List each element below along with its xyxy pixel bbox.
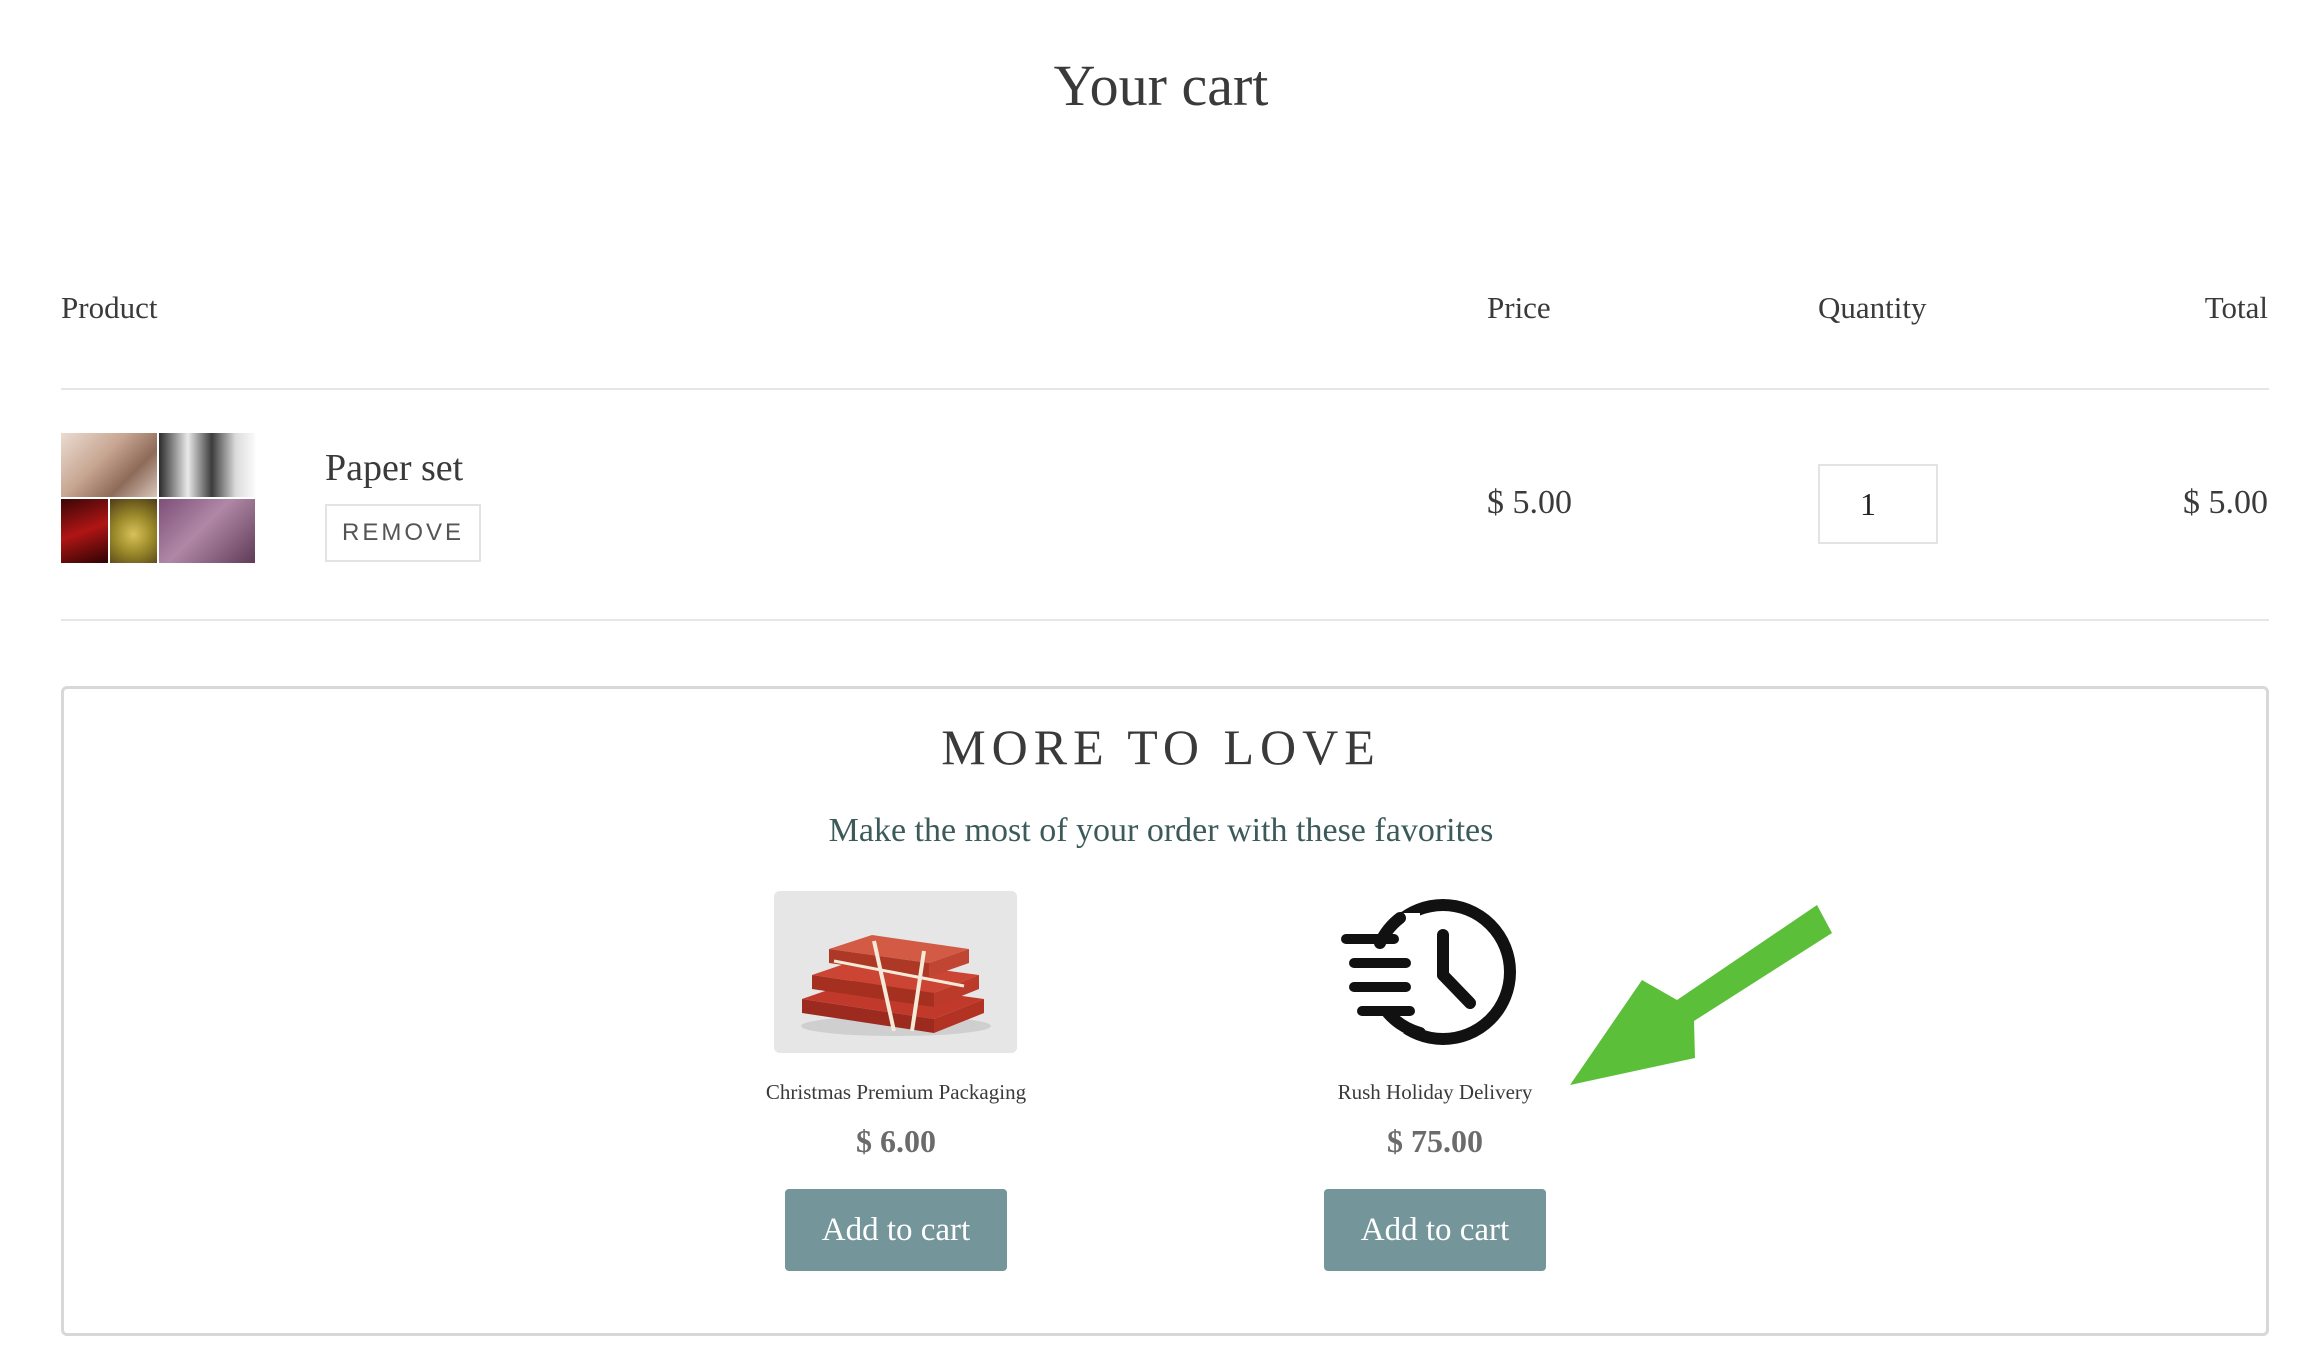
thumbnail-photo (159, 433, 255, 497)
thumbnail-photo (61, 433, 157, 497)
column-header-product: Product (61, 290, 158, 325)
page-title: Your cart (1053, 53, 1269, 118)
packaging-product-image[interactable] (774, 891, 1017, 1053)
thumbnail-photo (110, 499, 157, 563)
table-divider-top (61, 388, 2269, 390)
item-total: $ 5.00 (2183, 484, 2268, 521)
thumbnail-photo (159, 499, 255, 563)
product-thumbnail[interactable] (61, 433, 255, 563)
column-header-total: Total (2204, 290, 2268, 325)
quantity-input[interactable] (1818, 464, 1938, 544)
add-to-cart-button[interactable]: Add to cart (1324, 1189, 1546, 1271)
add-to-cart-button[interactable]: Add to cart (785, 1189, 1007, 1271)
table-divider-bottom (61, 619, 2269, 621)
column-header-quantity: Quantity (1818, 290, 1927, 325)
item-price: $ 5.00 (1487, 484, 1572, 521)
green-arrow-icon (1570, 905, 1832, 1090)
thumbnail-photo (61, 499, 108, 563)
remove-button[interactable]: REMOVE (325, 504, 481, 562)
upsell-subtitle: Make the most of your order with these f… (828, 812, 1494, 849)
product-card-title[interactable]: Christmas Premium Packaging (696, 1080, 1096, 1105)
product-card-price: $ 75.00 (1387, 1123, 1483, 1159)
product-card-price: $ 6.00 (856, 1123, 936, 1159)
upsell-title: MORE TO LOVE (941, 719, 1381, 775)
thumbnail-photo-pair (61, 499, 157, 563)
fast-clock-icon[interactable] (1340, 893, 1530, 1053)
upsell-panel (61, 686, 2269, 1336)
column-header-price: Price (1487, 290, 1551, 325)
product-name-link[interactable]: Paper set (325, 446, 463, 490)
